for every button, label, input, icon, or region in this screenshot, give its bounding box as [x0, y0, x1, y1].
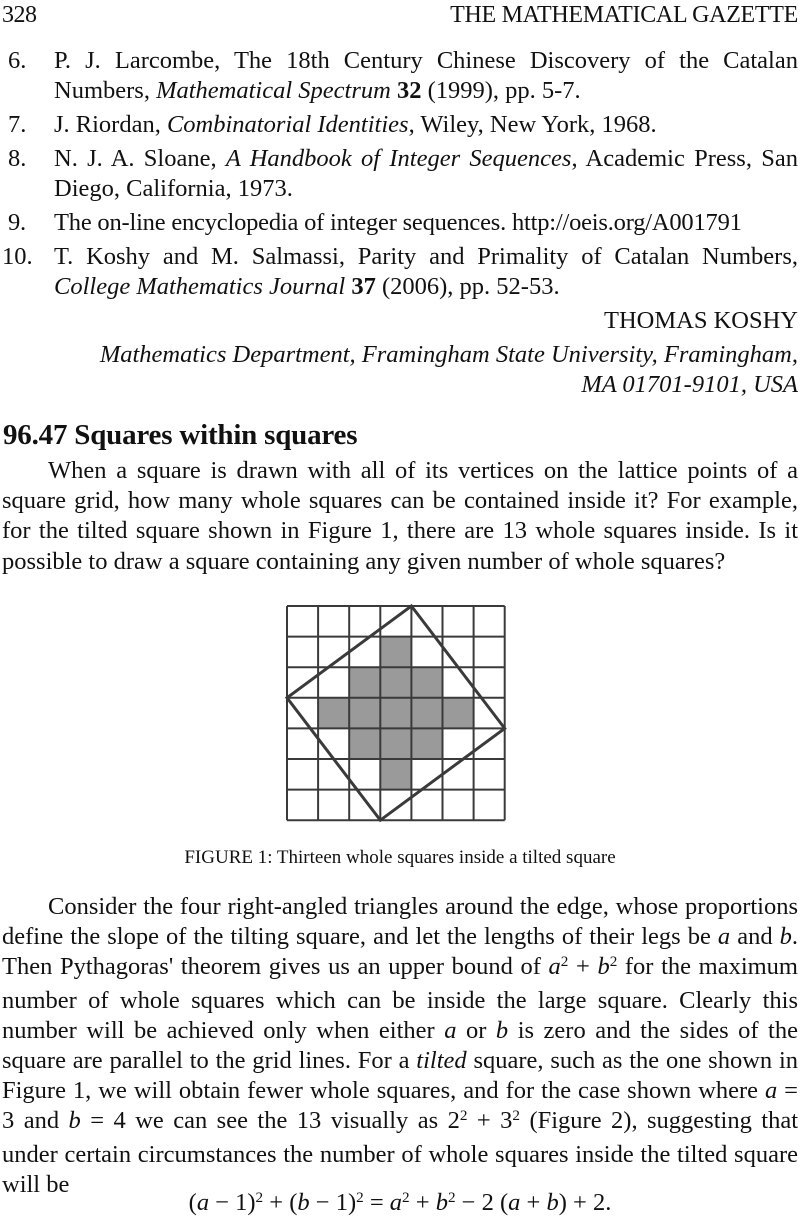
- italic-run: Mathematical Spectrum: [156, 77, 391, 104]
- text-run: +: [520, 1189, 547, 1216]
- reference-number: 9.: [8, 209, 26, 236]
- shaded-cell: [411, 667, 443, 698]
- shaded-cell: [380, 667, 412, 698]
- reference-item: 8. N. J. A. Sloane, A Handbook of Intege…: [8, 144, 798, 204]
- italic-run: b: [297, 1189, 310, 1216]
- figure-1-caption: FIGURE 1: Thirteen whole squares inside …: [184, 847, 616, 868]
- text-run: +: [568, 953, 598, 981]
- reference-number: 7.: [8, 111, 27, 138]
- text-run: (2006), pp. 52-53.: [375, 273, 560, 300]
- superscript: 2: [447, 1188, 456, 1206]
- shaded-cell: [380, 759, 412, 790]
- intro-paragraph-text: When a square is drawn with all of its v…: [2, 457, 798, 575]
- italic-run: a: [196, 1189, 210, 1216]
- italic-run: a: [508, 1189, 521, 1216]
- text-run: − 2 (: [455, 1189, 509, 1216]
- reference-item: 9. The on-line encyclopedia of integer s…: [8, 208, 798, 238]
- superscript: 2: [255, 1188, 264, 1206]
- author-name-text: THOMAS KOSHY: [604, 307, 798, 334]
- journal-title: THE MATHEMATICAL GAZETTE: [450, 2, 798, 28]
- text-run: − 1): [309, 1189, 357, 1216]
- text-run: = 4 we can see the 13 visually as 2: [80, 1107, 460, 1135]
- italic-run: b: [779, 923, 792, 951]
- reference-text: T. Koshy and M. Salmassi, Parity and Pri…: [54, 242, 798, 302]
- superscript: 2: [459, 1107, 468, 1125]
- shaded-cell: [411, 728, 443, 759]
- superscript: 2: [512, 1107, 521, 1125]
- reference-item: 6. P. J. Larcombe, The 18th Century Chin…: [8, 46, 798, 106]
- text-run: The on-line encyclopedia of integer sequ…: [54, 209, 742, 236]
- text-run: , Wiley, New York, 1968.: [408, 111, 657, 138]
- reference-text: P. J. Larcombe, The 18th Century Chinese…: [54, 46, 798, 106]
- italic-run: a: [764, 1077, 778, 1105]
- italic-run: b: [546, 1189, 559, 1216]
- italic-run: a: [444, 1016, 457, 1044]
- italic-run: College Mathematics Journal: [54, 273, 346, 300]
- superscript: 2: [560, 953, 569, 971]
- body-paragraph: Consider the four right-angled triangles…: [2, 892, 798, 1200]
- text-run: J. Riordan,: [54, 111, 167, 138]
- text-run: + (: [263, 1189, 298, 1216]
- reference-number: 8.: [8, 145, 27, 172]
- equation: (a − 1)2 + (b − 1)2 = a2 + b2 − 2 (a + b…: [0, 1188, 800, 1221]
- shaded-cell: [380, 728, 412, 759]
- text-run: + 3: [467, 1107, 513, 1135]
- italic-run: a: [548, 953, 561, 981]
- bold-run: 32: [396, 77, 422, 104]
- superscript: 2: [402, 1188, 410, 1206]
- shaded-cell: [380, 697, 412, 729]
- shaded-cell: [380, 636, 412, 668]
- reference-text: The on-line encyclopedia of integer sequ…: [54, 208, 798, 238]
- text-run: − 1): [209, 1189, 256, 1216]
- text-run: ) + 2.: [558, 1189, 612, 1216]
- italic-run: b: [68, 1107, 81, 1135]
- italic-run: a: [717, 923, 731, 951]
- italic-run: b: [597, 953, 610, 981]
- shaded-cell: [318, 697, 350, 729]
- shaded-cells: [318, 636, 474, 790]
- bold-run: 37: [351, 273, 376, 300]
- italic-run: tilted: [416, 1047, 467, 1075]
- page-number: 328: [2, 2, 37, 28]
- reference-text: J. Riordan, Combinatorial Identities, Wi…: [54, 110, 798, 140]
- reference-text: N. J. A. Sloane, A Handbook of Integer S…: [54, 144, 798, 204]
- body-paragraph-text: Consider the four right-angled triangles…: [2, 893, 798, 1198]
- shaded-cell: [349, 667, 381, 698]
- reference-number: 10.: [2, 243, 33, 270]
- figure-1-diagram: [284, 603, 507, 823]
- text-run: =: [363, 1189, 390, 1216]
- reference-item: 7. J. Riordan, Combinatorial Identities,…: [8, 110, 798, 140]
- intro-paragraph: When a square is drawn with all of its v…: [2, 456, 798, 577]
- shaded-cell: [442, 697, 474, 729]
- italic-run: a: [389, 1189, 403, 1216]
- reference-number: 6.: [8, 47, 27, 74]
- text-run: (1999), pp. 5-7.: [421, 77, 581, 104]
- text-run: N. J. A. Sloane,: [54, 145, 226, 172]
- shaded-cell: [349, 728, 381, 759]
- text-run: +: [409, 1189, 436, 1216]
- author-affiliation-line1: Mathematics Department, Framingham State…: [99, 341, 798, 368]
- italic-run: b: [495, 1016, 509, 1044]
- superscript: 2: [609, 953, 618, 971]
- text-run: or: [456, 1016, 496, 1044]
- text-run: (: [188, 1189, 197, 1216]
- shaded-cell: [349, 697, 381, 729]
- italic-run: Combinatorial Identities: [166, 111, 409, 138]
- shaded-cell: [411, 697, 443, 729]
- superscript: 2: [356, 1188, 364, 1206]
- italic-run: A Handbook of Integer Sequences: [225, 145, 572, 172]
- reference-item: 10. T. Koshy and M. Salmassi, Parity and…: [2, 242, 798, 302]
- note-title: 96.47 Squares within squares: [3, 419, 358, 451]
- author-name: THOMAS KOSHY: [604, 306, 798, 336]
- text-run: Consider the four right-angled triangles…: [2, 893, 798, 951]
- text-run: T. Koshy and M. Salmassi, Parity and Pri…: [54, 243, 798, 270]
- author-affiliation-line2: MA 01701-9101, USA: [581, 371, 798, 398]
- text-run: and: [730, 923, 780, 951]
- italic-run: b: [435, 1189, 448, 1216]
